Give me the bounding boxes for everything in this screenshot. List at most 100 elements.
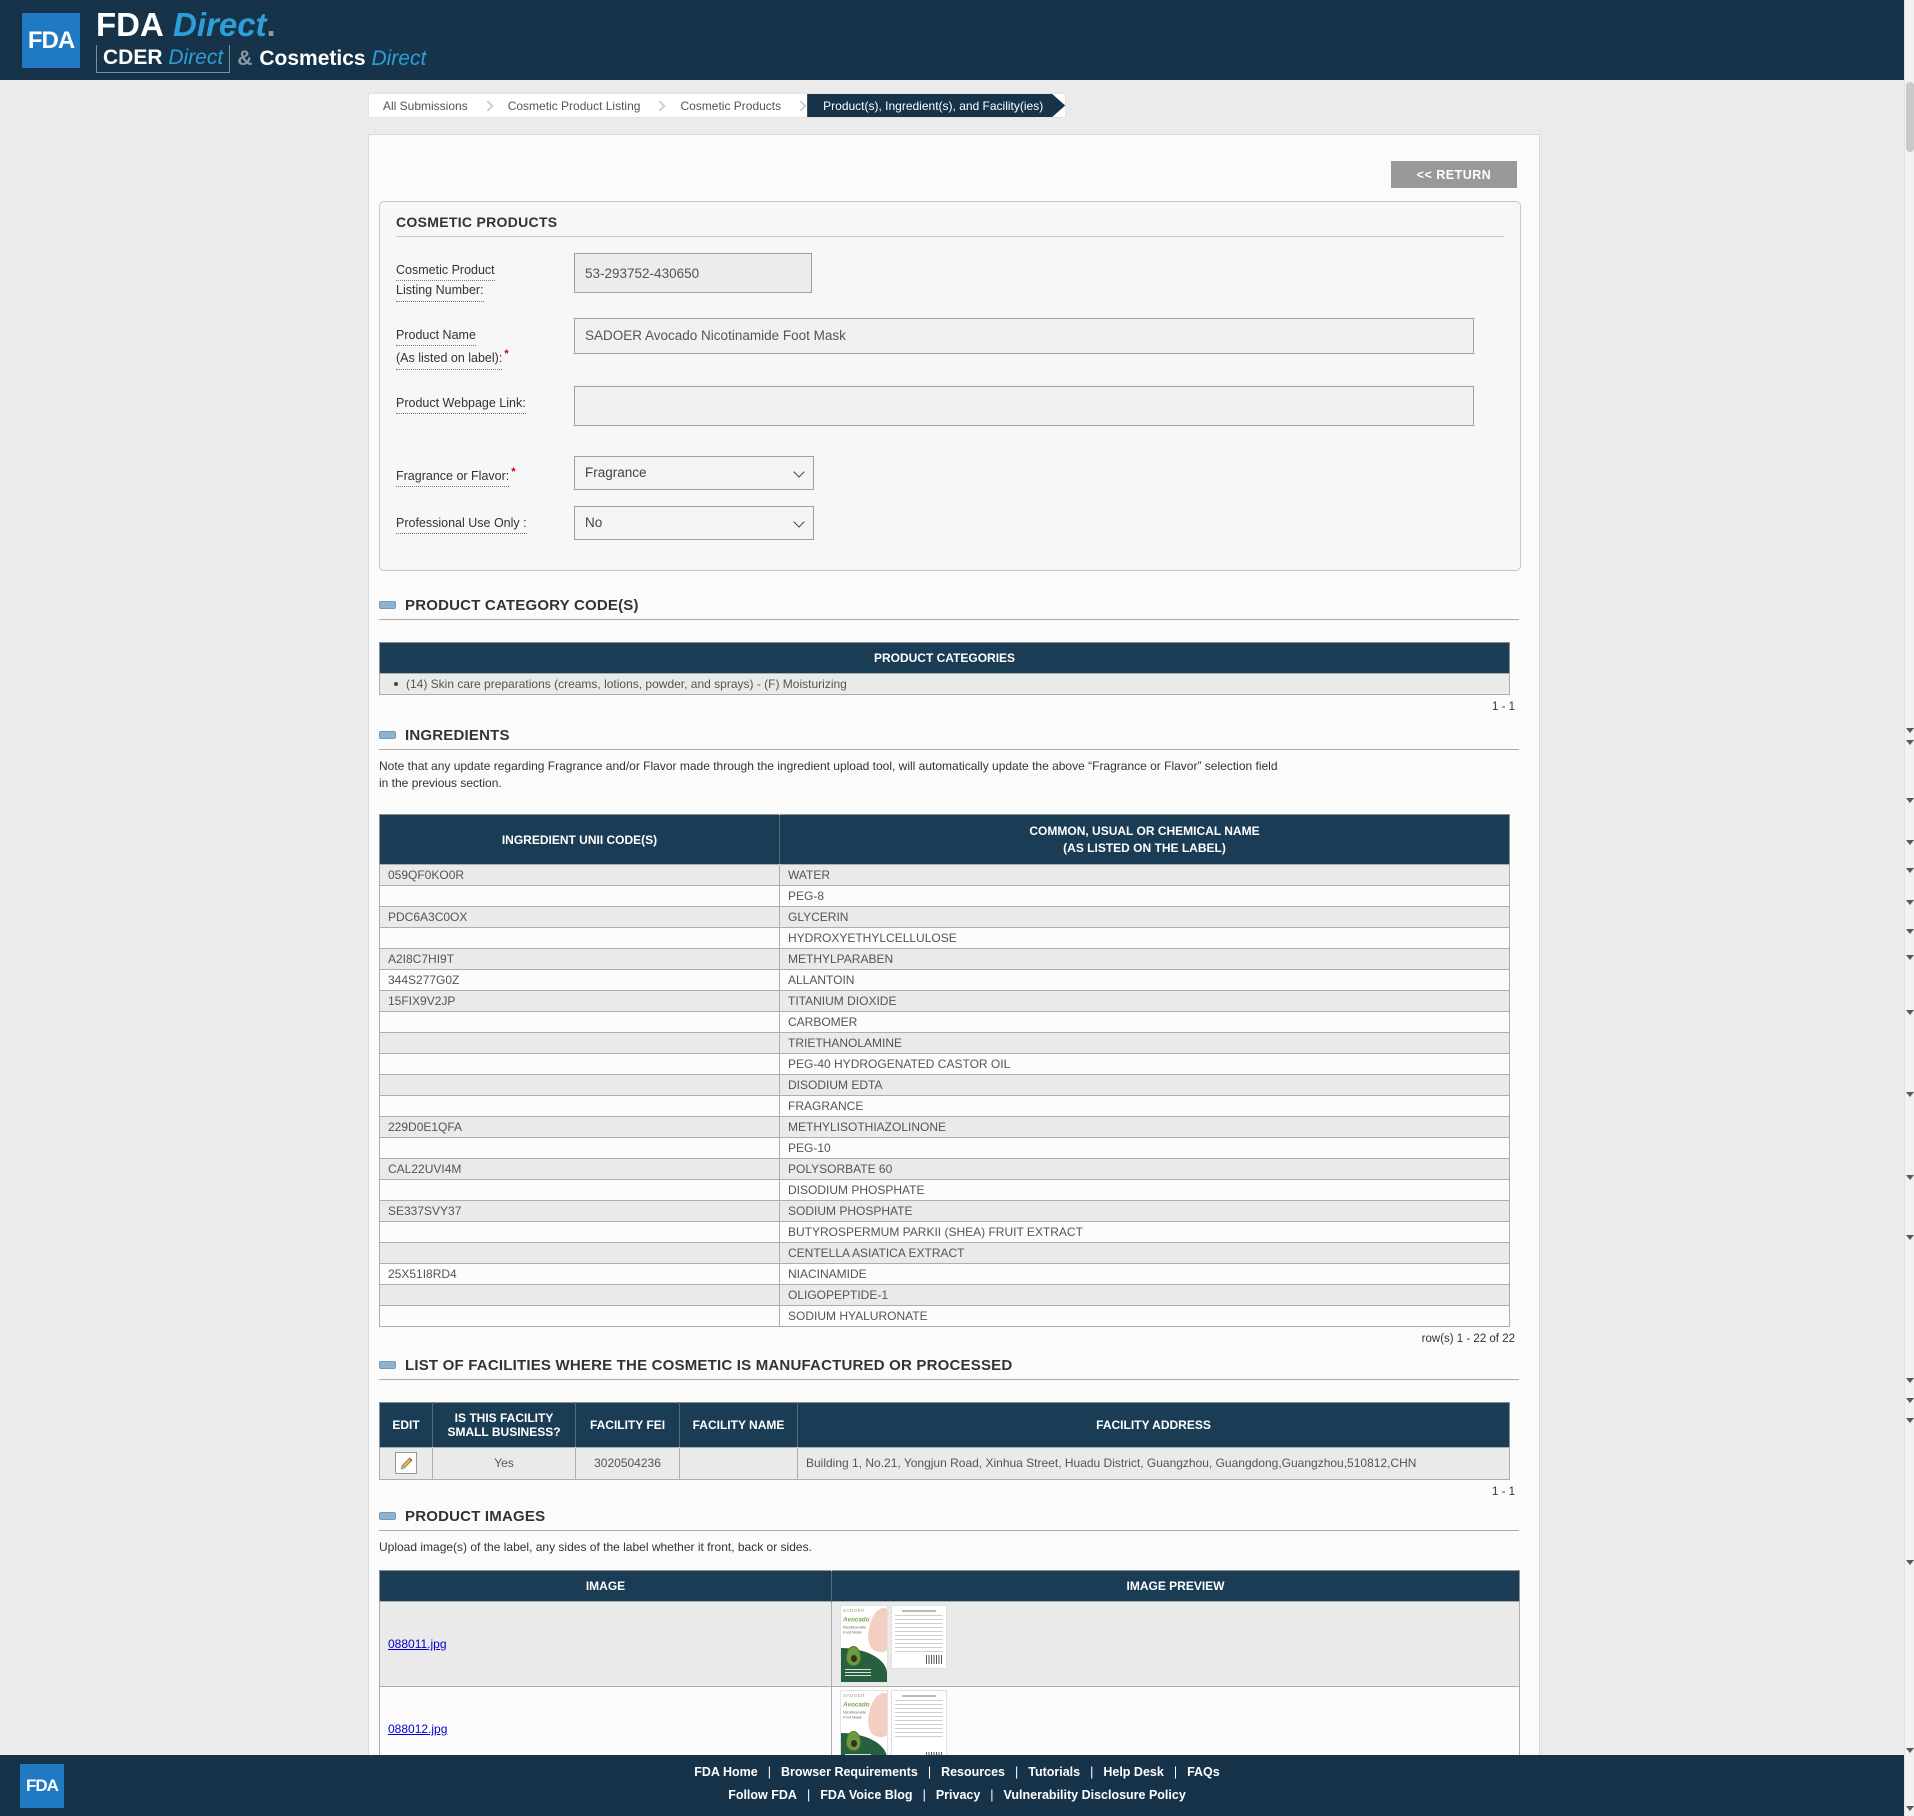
collapse-minus-icon[interactable] <box>379 1361 396 1369</box>
breadcrumb-cosmetic-products[interactable]: Cosmetic Products <box>666 94 795 117</box>
listing-number-input[interactable] <box>574 253 812 293</box>
label-line: Listing Number: <box>396 281 484 301</box>
label-back-thumbnail[interactable] <box>891 1605 947 1669</box>
scrollbar-tick-icon <box>1906 929 1914 934</box>
label-line: Cosmetic Product <box>396 261 495 281</box>
category-row: (14) Skin care preparations (creams, lot… <box>380 673 1510 694</box>
ingredients-table: INGREDIENT UNII CODE(S) COMMON, USUAL OR… <box>379 814 1510 1326</box>
ingredient-name: HYDROXYETHYLCELLULOSE <box>780 927 1510 948</box>
ingredient-unii-code <box>380 1032 780 1053</box>
listing-number-row: Cosmetic Product Listing Number: <box>396 253 1504 302</box>
brand-cder-direct: Direct <box>168 46 223 69</box>
collapse-minus-icon[interactable] <box>379 1512 396 1520</box>
breadcrumb-current-page: Product(s), Ingredient(s), and Facility(… <box>807 94 1065 117</box>
breadcrumb: All Submissions Cosmetic Product Listing… <box>368 93 1066 118</box>
images-section-header: PRODUCT IMAGES <box>379 1508 1519 1531</box>
ingredient-unii-code <box>380 1137 780 1158</box>
ingredient-row: CENTELLA ASIATICA EXTRACT <box>380 1242 1510 1263</box>
scrollbar-tick-icon <box>1906 798 1914 803</box>
scrollbar-tick-icon <box>1906 1175 1914 1180</box>
footer-link-separator: | <box>768 1765 771 1779</box>
product-name-row: Product Name (As listed on label):* <box>396 318 1504 370</box>
facility-fei-header: FACILITY FEI <box>576 1402 680 1447</box>
ingredient-name: SODIUM PHOSPHATE <box>780 1200 1510 1221</box>
cosmetic-products-panel: COSMETIC PRODUCTS Cosmetic Product Listi… <box>379 201 1521 571</box>
brand-dot: . <box>267 6 276 43</box>
image-col-header: IMAGE <box>380 1571 832 1602</box>
scrollbar-tick-icon <box>1906 868 1914 873</box>
ingredients-col2-header: COMMON, USUAL OR CHEMICAL NAME (AS LISTE… <box>780 815 1510 864</box>
footer-link[interactable]: FDA Voice Blog <box>820 1788 912 1802</box>
fragrance-select-value: Fragrance <box>585 465 647 480</box>
fda-logo: FDA <box>22 13 80 68</box>
footer-link[interactable]: FDA Home <box>694 1765 757 1779</box>
ingredient-name: ALLANTOIN <box>780 969 1510 990</box>
thumb-avocado-graphic <box>846 1731 861 1751</box>
facility-name-header: FACILITY NAME <box>680 1402 798 1447</box>
ingredient-name: FRAGRANCE <box>780 1095 1510 1116</box>
category-section-title: PRODUCT CATEGORY CODE(S) <box>405 597 639 614</box>
scrollbar-thumb[interactable] <box>1906 82 1914 152</box>
ingredient-row: SODIUM HYALURONATE <box>380 1305 1510 1326</box>
footer-link[interactable]: Resources <box>941 1765 1005 1779</box>
ingredient-name: WATER <box>780 864 1510 885</box>
brand-cosmetics: Cosmetics <box>259 47 365 70</box>
main-content-card: << RETURN COSMETIC PRODUCTS Cosmetic Pro… <box>368 134 1540 1801</box>
product-name-label: Product Name (As listed on label):* <box>396 318 574 370</box>
professional-use-select[interactable]: No <box>574 506 814 540</box>
ingredient-name: TRIETHANOLAMINE <box>780 1032 1510 1053</box>
ingredient-name: METHYLISOTHIAZOLINONE <box>780 1116 1510 1137</box>
cder-direct-badge: CDER Direct <box>96 45 230 73</box>
ingredient-row: HYDROXYETHYLCELLULOSE <box>380 927 1510 948</box>
facilities-pagination: 1 - 1 <box>379 1486 1515 1498</box>
chevron-right-icon <box>655 100 666 111</box>
thumb-brand-text: SADOER <box>843 1608 865 1613</box>
collapse-minus-icon[interactable] <box>379 731 396 739</box>
ingredient-row: PEG-40 HYDROGENATED CASTOR OIL <box>380 1053 1510 1074</box>
breadcrumb-all-submissions[interactable]: All Submissions <box>369 94 482 117</box>
collapse-minus-icon[interactable] <box>379 601 396 609</box>
ingredient-unii-code: 229D0E1QFA <box>380 1116 780 1137</box>
product-name-input[interactable] <box>574 318 1474 354</box>
footer-link[interactable]: Help Desk <box>1103 1765 1163 1779</box>
footer-link[interactable]: Privacy <box>936 1788 980 1802</box>
listing-number-label: Cosmetic Product Listing Number: <box>396 253 574 302</box>
barcode-graphic <box>926 1655 942 1664</box>
breadcrumb-cosmetic-product-listing[interactable]: Cosmetic Product Listing <box>494 94 655 117</box>
fragrance-select[interactable]: Fragrance <box>574 456 814 490</box>
scrollbar-tick-icon <box>1906 728 1914 733</box>
footer-link[interactable]: Vulnerability Disclosure Policy <box>1004 1788 1186 1802</box>
ingredient-unii-code <box>380 1242 780 1263</box>
panel-title: COSMETIC PRODUCTS <box>396 214 1504 237</box>
facilities-section-header: LIST OF FACILITIES WHERE THE COSMETIC IS… <box>379 1357 1519 1380</box>
ingredient-row: 059QF0KO0RWATER <box>380 864 1510 885</box>
ingredient-row: CARBOMER <box>380 1011 1510 1032</box>
image-file-link[interactable]: 088012.jpg <box>388 1722 447 1736</box>
footer-link[interactable]: Browser Requirements <box>781 1765 918 1779</box>
images-table: IMAGE IMAGE PREVIEW 088011.jpg SADOER Av… <box>379 1570 1520 1772</box>
chevron-down-icon <box>793 516 804 527</box>
edit-facility-button[interactable] <box>395 1452 417 1474</box>
site-footer: FDA FDA Home|Browser Requirements|Resour… <box>0 1755 1914 1816</box>
ingredient-row: PEG-8 <box>380 885 1510 906</box>
label-front-thumbnail[interactable]: SADOER Avocado Nicotinamide Foot Mask <box>840 1605 888 1683</box>
footer-link-separator: | <box>928 1765 931 1779</box>
ingredient-unii-code <box>380 1221 780 1242</box>
thumb-back-title <box>902 1695 936 1697</box>
facility-small-business-value: Yes <box>433 1447 576 1479</box>
footer-link[interactable]: FAQs <box>1187 1765 1220 1779</box>
facility-row: Yes 3020504236 Building 1, No.21, Yongju… <box>380 1447 1510 1479</box>
ingredient-unii-code <box>380 927 780 948</box>
footer-link[interactable]: Tutorials <box>1028 1765 1080 1779</box>
return-button[interactable]: << RETURN <box>1391 161 1517 188</box>
footer-link[interactable]: Follow FDA <box>728 1788 797 1802</box>
facilities-table: EDIT IS THIS FACILITY SMALL BUSINESS? FA… <box>379 1402 1510 1480</box>
image-file-link[interactable]: 088011.jpg <box>388 1637 447 1651</box>
ingredient-name: PEG-10 <box>780 1137 1510 1158</box>
webpage-link-row: Product Webpage Link: <box>396 386 1504 426</box>
thumb-script-text: Avocado <box>843 1616 870 1623</box>
note-line: in the previous section. <box>379 775 1519 792</box>
scrollbar[interactable] <box>1904 0 1914 1816</box>
webpage-link-input[interactable] <box>574 386 1474 426</box>
ingredient-unii-code: PDC6A3C0OX <box>380 906 780 927</box>
